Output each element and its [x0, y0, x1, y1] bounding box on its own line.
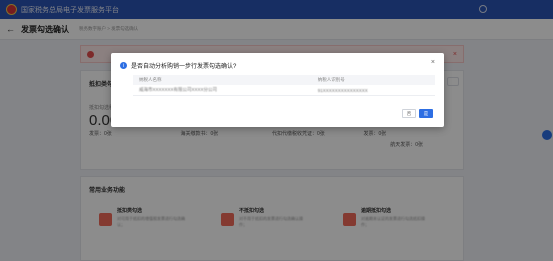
taxpayer-name-cell: 威海市XXXXXXX有限公司XXXX分公司 [133, 85, 312, 96]
taxpayer-id-cell: 91XXXXXXXXXXXXXXX [311, 85, 435, 96]
dialog-question: 是否自动分析购销一步行发票勾选确认? [131, 64, 237, 70]
table-row: 威海市XXXXXXX有限公司XXXX分公司 91XXXXXXXXXXXXXXX [133, 85, 435, 96]
close-icon[interactable]: × [431, 59, 435, 66]
modal-overlay [0, 0, 553, 261]
info-icon: i [120, 62, 127, 69]
yes-button[interactable]: 是 [419, 109, 433, 118]
column-header: 纳税人识别号 [311, 75, 435, 85]
no-button[interactable]: 否 [402, 109, 416, 118]
column-header: 纳税人名称 [133, 75, 312, 85]
taxpayer-table: 纳税人名称 纳税人识别号 威海市XXXXXXX有限公司XXXX分公司 91XXX… [133, 75, 435, 96]
confirm-dialog: i 是否自动分析购销一步行发票勾选确认? × 纳税人名称 纳税人识别号 威海市X… [111, 53, 444, 127]
